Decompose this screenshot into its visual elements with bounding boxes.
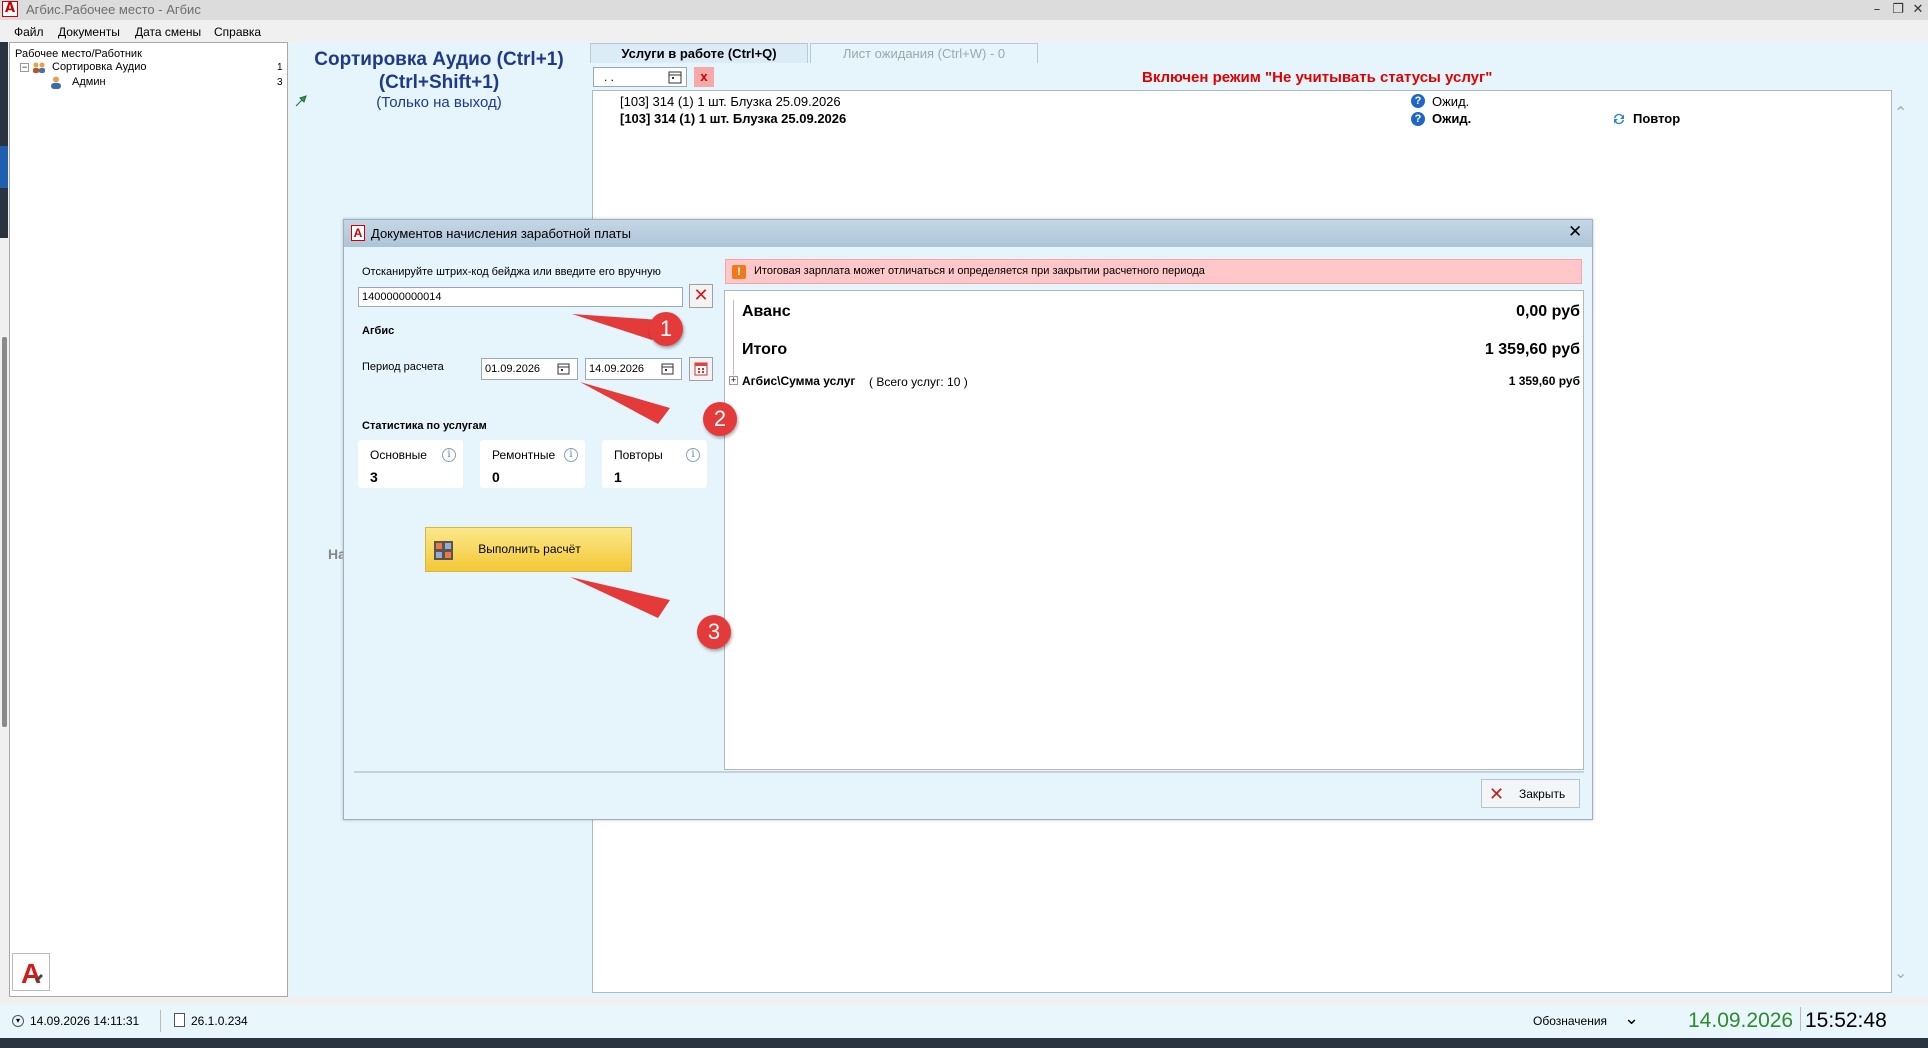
window-title: Агбис.Рабочее место - Агбис — [26, 2, 201, 17]
list-item[interactable]: [103] 314 (1) 1 шт. Блузка 25.09.2026 — [620, 94, 841, 109]
mode-banner: Включен режим "Не учитывать статусы услу… — [1142, 69, 1493, 86]
taskbar-strip — [0, 1038, 1928, 1048]
callout-3: 3 — [697, 615, 731, 649]
tab-waiting-list[interactable]: Лист ожидания (Ctrl+W) - 0 — [810, 43, 1038, 63]
stat-card-main: Основные 3 i — [358, 440, 463, 488]
warning-banner: ! Итоговая зарплата может отличаться и о… — [725, 259, 1582, 284]
close-label: Закрыть — [1519, 787, 1566, 801]
list-item-extra: Повтор — [1633, 111, 1681, 126]
title-line-2: (Ctrl+Shift+1) — [378, 72, 500, 93]
callout-2: 2 — [703, 402, 737, 436]
close-window-icon[interactable]: ✕ — [1907, 0, 1928, 20]
close-icon: ✕ — [1489, 784, 1505, 805]
minimize-icon[interactable]: – — [1866, 0, 1888, 20]
export-icon[interactable] — [294, 94, 308, 108]
svg-text:A: A — [21, 958, 41, 989]
scroll-down-icon[interactable]: ⌄ — [1894, 963, 1907, 982]
info-icon[interactable]: i — [442, 448, 456, 462]
period-calendar-button[interactable] — [689, 357, 713, 381]
total-value: 1 359,60 руб — [1484, 341, 1580, 358]
scroll-up-icon[interactable]: ⌃ — [1894, 103, 1907, 122]
legend-label[interactable]: Обозначения — [1533, 1014, 1607, 1028]
tree-collapse-icon[interactable]: − — [20, 63, 29, 72]
calendar-icon[interactable] — [668, 70, 682, 84]
warning-text: Итоговая зарплата может отличаться и опр… — [754, 265, 1205, 277]
workplace-tree: Рабочее место/Работник − Сортировка Ауди… — [9, 42, 288, 997]
stat-value: 0 — [492, 469, 500, 485]
tree-root[interactable]: Рабочее место/Работник — [15, 48, 142, 60]
dialog-title: Документов начисления заработной платы — [371, 226, 631, 241]
tree-item-admin[interactable]: Админ — [72, 76, 106, 88]
callout-arrows — [570, 314, 670, 618]
chevron-down-icon[interactable]: ⌄ — [1624, 1008, 1639, 1029]
stat-value: 3 — [370, 469, 378, 485]
tree-count: 3 — [277, 77, 283, 88]
shift-start-time: 14.09.2026 14:11:31 — [30, 1014, 140, 1028]
clear-filter-button[interactable]: x — [694, 67, 714, 87]
list-item-status: Ожид. — [1432, 111, 1472, 126]
menu-shift-date[interactable]: Дата смены — [135, 25, 201, 39]
close-dialog-button[interactable]: ✕ Закрыть — [1481, 779, 1580, 808]
employee-name: Агбис — [362, 325, 395, 337]
menu-help[interactable]: Справка — [214, 25, 261, 39]
results-panel — [724, 290, 1584, 770]
tree-item-sorting-audio[interactable]: Сортировка Аудио — [52, 61, 146, 73]
expand-icon[interactable]: + — [729, 376, 738, 385]
dialog-divider — [354, 771, 1584, 773]
warning-icon: ! — [732, 265, 746, 279]
menu-bar — [0, 20, 1928, 42]
menu-documents[interactable]: Документы — [58, 25, 120, 39]
tree-count: 1 — [277, 62, 283, 73]
tab-services-in-work[interactable]: Услуги в работе (Ctrl+Q) — [590, 43, 808, 63]
version-icon — [174, 1013, 185, 1027]
current-date: 14.09.2026 — [1688, 1009, 1794, 1032]
clear-barcode-button[interactable]: ✕ — [689, 284, 713, 308]
dialog-close-icon[interactable]: ✕ — [1568, 222, 1582, 242]
stat-label: Ремонтные — [492, 448, 556, 462]
clock-icon: ▾ — [12, 1015, 24, 1027]
status-divider — [160, 1010, 161, 1032]
left-edge-strip — [0, 42, 9, 1032]
user-icon — [50, 76, 62, 89]
info-icon[interactable]: i — [686, 448, 700, 462]
page-title: Сортировка Аудио (Ctrl+1) (Ctrl+Shift+1) — [295, 48, 583, 94]
tree-line — [733, 300, 734, 375]
question-icon: ? — [1411, 94, 1425, 108]
page-subtitle: (Только на выход) — [376, 94, 502, 111]
total-label: Итого — [742, 341, 788, 358]
stat-label: Основные — [370, 448, 427, 462]
question-icon: ? — [1411, 112, 1425, 126]
callout-1: 1 — [649, 312, 683, 346]
repeat-icon — [1612, 112, 1626, 126]
current-time: 15:52:48 — [1805, 1009, 1887, 1032]
group-users-icon — [32, 62, 46, 73]
services-sum-label[interactable]: Агбис\Сумма услуг — [742, 374, 855, 388]
list-item[interactable]: [103] 314 (1) 1 шт. Блузка 25.09.2026 — [620, 111, 846, 126]
services-count-note: ( Всего услуг: 10 ) — [869, 375, 968, 389]
list-item-status: Ожид. — [1432, 94, 1470, 109]
advance-label: Аванс — [742, 303, 791, 320]
stats-title: Статистика по услугам — [362, 420, 487, 432]
menu-file[interactable]: Файл — [14, 25, 44, 39]
agbis-logo-icon[interactable]: A — [12, 953, 50, 991]
advance-value: 0,00 руб — [1516, 303, 1580, 320]
title-line-1: Сортировка Аудио (Ctrl+1) — [314, 49, 564, 70]
period-label: Период расчета — [362, 361, 444, 373]
dialog-logo-icon: A — [351, 225, 365, 241]
window-titlebar — [0, 0, 1928, 20]
scan-label: Отсканируйте штрих-код бейджа или введит… — [362, 266, 661, 278]
app-logo-icon: A — [2, 1, 18, 17]
services-sum-value: 1 359,60 руб — [1508, 374, 1580, 388]
status-divider — [1800, 1007, 1801, 1031]
restore-icon[interactable]: ❐ — [1887, 0, 1909, 20]
app-version: 26.1.0.234 — [191, 1014, 248, 1028]
